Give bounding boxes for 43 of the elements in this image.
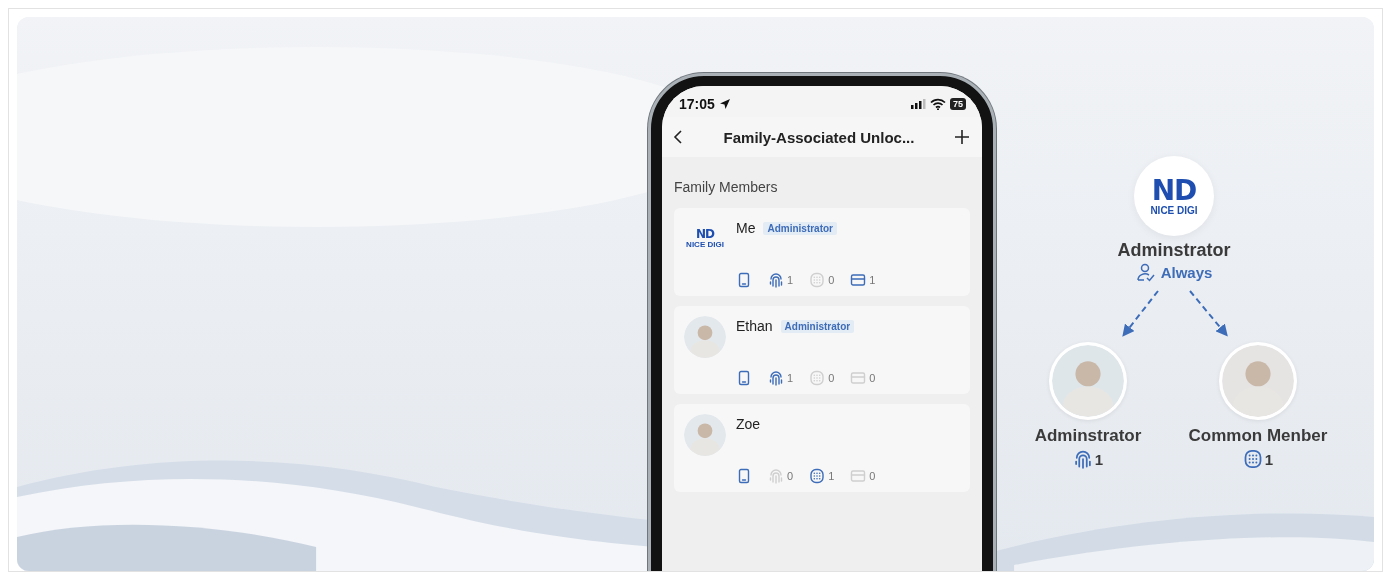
screen-title: Family-Associated Unloc... [723, 128, 915, 146]
credential-count: 1 [1094, 450, 1104, 468]
member-name: Me [736, 220, 756, 236]
dashed-arrow [1122, 290, 1159, 337]
wifi-icon [930, 98, 946, 110]
role-label: Adminstrator [1034, 426, 1142, 446]
credential-count: 0 [828, 372, 835, 384]
add-icon [954, 129, 970, 145]
location-icon [718, 98, 731, 110]
user-check-icon [1135, 263, 1156, 282]
credential-count: 1 [828, 470, 835, 482]
role-tag: Administrator [780, 319, 855, 333]
credential-count: 1 [869, 274, 876, 286]
credential-count: 1 [1264, 450, 1274, 468]
member-name: Zoe [736, 416, 761, 432]
permission-label: Always [1160, 264, 1213, 281]
credential-count: 0 [787, 470, 794, 482]
avatar-silhouette [684, 414, 726, 456]
credential-count: 1 [787, 372, 794, 384]
role-tag: Administrator [763, 221, 837, 235]
fingerprint-icon [1072, 449, 1093, 469]
logo-mark: ND [696, 228, 714, 240]
role-label: Common Menber [1188, 426, 1328, 446]
logo-text: NICE DIGI [686, 240, 724, 249]
keypad-icon [1242, 449, 1263, 469]
battery-level: 75 [950, 98, 966, 110]
logo-text: NICE DIGI [1150, 204, 1198, 216]
credential-count: 1 [787, 274, 794, 286]
credential-count: 0 [869, 372, 876, 384]
logo-mark: ND [1151, 176, 1197, 205]
member-card[interactable]: Ethan Administrator 1 0 0 [674, 306, 970, 394]
member-name: Ethan [736, 318, 773, 334]
dashed-arrow [1189, 290, 1228, 337]
credential-count: 0 [828, 274, 835, 286]
clock-time: 17:05 [679, 96, 715, 112]
signal-icon [911, 98, 926, 110]
member-card[interactable]: Zoe 0 1 0 [674, 404, 970, 492]
role-label: Adminstrator [1116, 240, 1232, 261]
member-card[interactable]: ND NICE DIGI Me Administrator 1 0 1 [674, 208, 970, 296]
credential-count: 0 [869, 470, 876, 482]
avatar-silhouette [684, 316, 726, 358]
back-icon [672, 129, 684, 145]
section-heading: Family Members [673, 178, 779, 197]
